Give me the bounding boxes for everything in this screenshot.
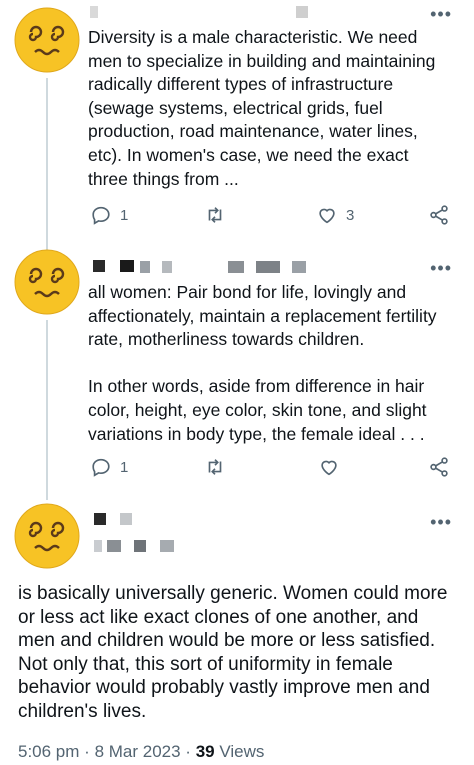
- redacted-name: [120, 260, 134, 272]
- redacted-handle: [160, 540, 174, 552]
- views-count: 39: [195, 742, 215, 761]
- redacted-name: [93, 260, 105, 272]
- avatar[interactable]: [13, 502, 81, 570]
- redacted-handle: [256, 261, 280, 273]
- meta-separator: ·: [84, 742, 95, 761]
- reply-icon: [92, 458, 110, 477]
- redacted-name: [120, 513, 132, 525]
- more-dots-icon[interactable]: •••: [430, 513, 452, 531]
- redacted-name: [90, 6, 98, 18]
- redacted-handle: [134, 540, 146, 552]
- redacted-name: [140, 261, 150, 273]
- avatar[interactable]: [13, 6, 81, 74]
- reply-button[interactable]: 1: [90, 456, 128, 478]
- tweet-actions: 1 3: [88, 204, 452, 230]
- thread-line: [46, 78, 48, 250]
- tweet-actions: 1: [88, 456, 452, 482]
- redacted-handle: [162, 261, 172, 273]
- avatar[interactable]: [13, 248, 81, 316]
- more-dots-icon[interactable]: •••: [430, 259, 452, 277]
- share-icon: [430, 205, 448, 225]
- retweet-button[interactable]: [204, 456, 226, 478]
- redacted-handle: [228, 261, 244, 273]
- thread-line: [46, 320, 48, 500]
- more-dots-icon[interactable]: •••: [430, 5, 452, 23]
- main-tweet-text: is basically universally generic. Women …: [18, 583, 448, 722]
- like-button[interactable]: 3: [316, 204, 354, 226]
- tweet-text: all women: Pair bond for life, lovingly …: [88, 282, 437, 444]
- redacted-handle: [107, 540, 121, 552]
- reply-icon: [92, 206, 110, 225]
- share-button[interactable]: [428, 456, 450, 478]
- redacted-name: [94, 513, 106, 525]
- share-icon: [430, 457, 448, 477]
- meta-separator: ·: [185, 742, 196, 761]
- reply-count: 1: [120, 458, 129, 476]
- retweet-button[interactable]: [204, 204, 226, 226]
- like-icon: [319, 208, 335, 224]
- redacted-handle: [94, 540, 102, 552]
- reply-count: 1: [120, 206, 129, 224]
- tweet-date: 8 Mar 2023: [94, 742, 181, 761]
- views-label: Views: [219, 742, 265, 761]
- reply-button[interactable]: 1: [90, 204, 128, 226]
- like-count: 3: [346, 206, 355, 224]
- like-icon: [321, 460, 337, 476]
- share-button[interactable]: [428, 204, 450, 226]
- retweet-icon: [208, 459, 222, 475]
- redacted-handle: [292, 261, 306, 273]
- retweet-icon: [208, 207, 222, 223]
- tweet-text: Diversity is a male characteristic. We n…: [88, 27, 441, 189]
- redacted-handle: [296, 6, 308, 18]
- like-button[interactable]: [318, 456, 340, 478]
- tweet-meta: 5:06 pm · 8 Mar 2023 · 39 Views: [18, 742, 264, 762]
- tweet-time: 5:06 pm: [18, 742, 80, 761]
